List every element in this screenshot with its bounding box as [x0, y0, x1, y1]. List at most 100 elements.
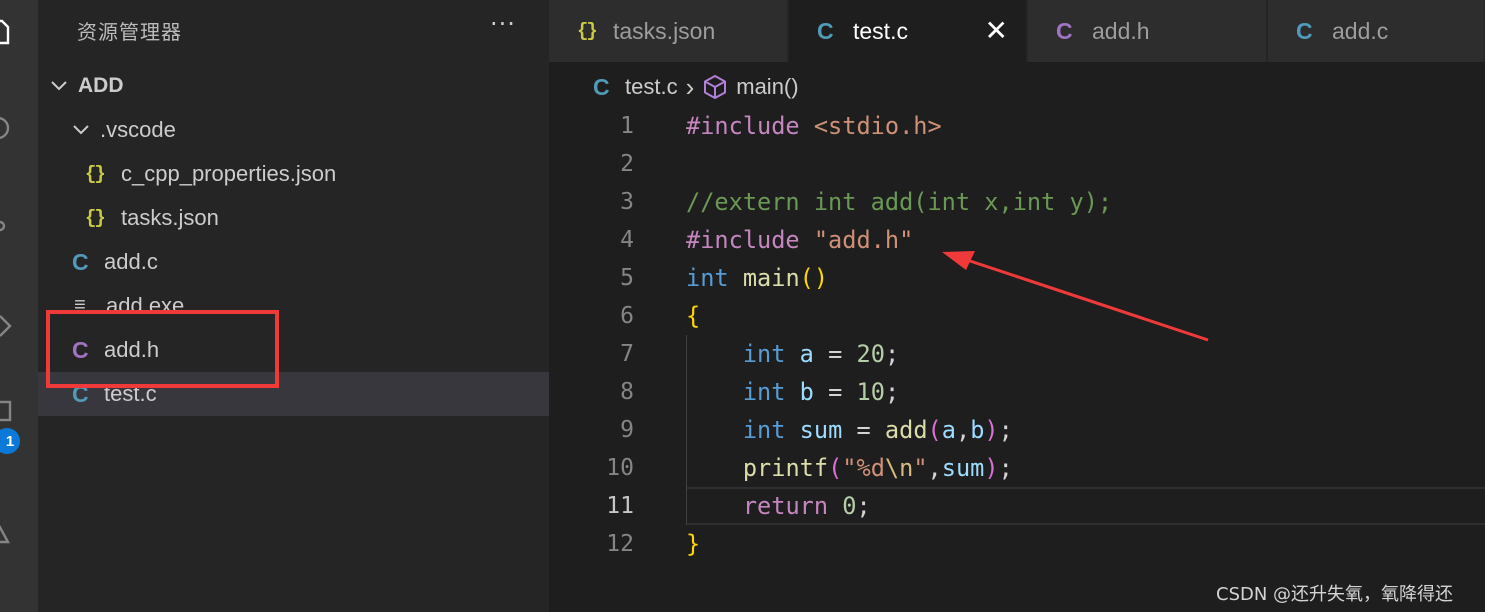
- chevron-down-icon: [73, 125, 89, 135]
- breadcrumb-symbol[interactable]: main(): [736, 74, 798, 100]
- tab-label: test.c: [853, 17, 908, 44]
- code-token: ;: [998, 454, 1013, 482]
- cube-symbol-icon: [704, 75, 727, 99]
- c-file-icon: C: [72, 248, 89, 275]
- line-number: 3: [620, 189, 634, 215]
- tab-add-c[interactable]: C add.c: [1268, 0, 1485, 62]
- source-control-icon[interactable]: [0, 212, 14, 240]
- breadcrumb-file[interactable]: test.c: [625, 74, 678, 100]
- code-token: "add.h": [813, 226, 914, 254]
- run-debug-icon[interactable]: [0, 312, 14, 340]
- code-token: a: [799, 340, 814, 368]
- code-token: <stdio.h>: [813, 112, 942, 140]
- code-line: int b = 10;: [686, 373, 899, 411]
- code-token: a: [941, 416, 956, 444]
- code-token: =: [813, 378, 857, 406]
- explorer-sidebar: 资源管理器 ··· ADD .vscode {} c_cpp_propertie…: [38, 0, 549, 612]
- tree-item-label: tasks.json: [121, 205, 219, 230]
- watermark: CSDN @还升失氧，氧降得还: [1216, 584, 1454, 605]
- tree-item-label: .vscode: [100, 117, 176, 142]
- chevron-down-icon: [51, 81, 67, 91]
- breadcrumb: C test.c › main(): [593, 70, 799, 104]
- code-token: int: [742, 340, 786, 368]
- json-file-icon: {}: [85, 207, 106, 229]
- folder-root-add[interactable]: ADD: [38, 64, 549, 108]
- tab-test-c[interactable]: C test.c ✕: [789, 0, 1027, 62]
- code-token: int: [742, 378, 786, 406]
- code-line: {: [686, 297, 700, 335]
- line-number: 10: [606, 455, 634, 481]
- code-line: //extern int add(int x,int y);: [686, 183, 1112, 221]
- code-token: int: [686, 264, 729, 292]
- code-token: 0: [842, 492, 857, 520]
- tree-item-c-cpp-properties[interactable]: {} c_cpp_properties.json: [38, 152, 549, 196]
- line-number: 7: [620, 341, 634, 367]
- chevron-right-icon: ›: [685, 71, 695, 102]
- tree-item-add-c[interactable]: C add.c: [38, 240, 549, 284]
- code-line: #include "add.h": [686, 221, 913, 259]
- line-number: 6: [620, 303, 634, 329]
- tree-item-label: c_cpp_properties.json: [121, 161, 337, 186]
- code-token: (: [828, 454, 843, 482]
- line-number: 8: [620, 379, 634, 405]
- code-token: 20: [856, 340, 885, 368]
- activity-bar: 1: [0, 0, 38, 612]
- code-line: printf("%d\n",sum);: [686, 449, 1013, 487]
- header-file-icon: C: [1056, 17, 1073, 44]
- code-token: int: [742, 416, 786, 444]
- tree-item-vscode[interactable]: .vscode: [38, 108, 549, 152]
- code-line: }: [686, 525, 700, 563]
- code-token: return: [742, 492, 829, 520]
- line-number: 4: [620, 227, 634, 253]
- json-file-icon: {}: [85, 163, 106, 185]
- code-token: #include: [686, 226, 814, 254]
- code-token: (: [927, 416, 942, 444]
- code-token: 10: [856, 378, 885, 406]
- line-number: 2: [620, 151, 634, 177]
- explorer-icon[interactable]: [0, 18, 14, 46]
- code-token: (): [799, 264, 829, 292]
- code-token: =: [813, 340, 857, 368]
- search-icon[interactable]: [0, 115, 14, 143]
- line-number: 1: [620, 113, 634, 139]
- tab-label: tasks.json: [613, 17, 716, 44]
- c-file-icon: C: [817, 17, 834, 44]
- code-token: sum: [941, 454, 985, 482]
- close-icon[interactable]: ✕: [985, 14, 1008, 47]
- code-token: ;: [856, 492, 871, 520]
- tab-add-h[interactable]: C add.h: [1028, 0, 1267, 62]
- code-line: int main(): [686, 259, 828, 297]
- line-number: 12: [606, 531, 634, 557]
- code-token: {: [686, 302, 701, 330]
- code-line: #include <stdio.h>: [686, 107, 942, 145]
- extensions-badge: 1: [0, 428, 20, 454]
- code-token: ;: [998, 416, 1013, 444]
- line-number: 11: [606, 493, 634, 519]
- tree-item-label: add.c: [104, 249, 158, 274]
- code-token: ): [984, 454, 999, 482]
- code-token: ;: [884, 340, 900, 368]
- tab-label: add.c: [1332, 17, 1389, 44]
- code-token: ;: [884, 378, 900, 406]
- code-line: return 0;: [686, 487, 871, 525]
- code-token: printf: [742, 454, 829, 482]
- code-line: int sum = add(a,b);: [686, 411, 1013, 449]
- annotation-highlight-box: [46, 310, 279, 388]
- extensions-icon[interactable]: [0, 398, 14, 426]
- code-token: #include: [686, 112, 814, 140]
- tab-tasks-json[interactable]: {} tasks.json: [549, 0, 788, 62]
- code-token: =: [842, 416, 885, 444]
- code-token: add: [884, 416, 928, 444]
- tree-item-tasks-json[interactable]: {} tasks.json: [38, 196, 549, 240]
- code-token: ): [984, 416, 999, 444]
- testing-icon[interactable]: [0, 516, 14, 544]
- more-actions-button[interactable]: ···: [490, 10, 516, 38]
